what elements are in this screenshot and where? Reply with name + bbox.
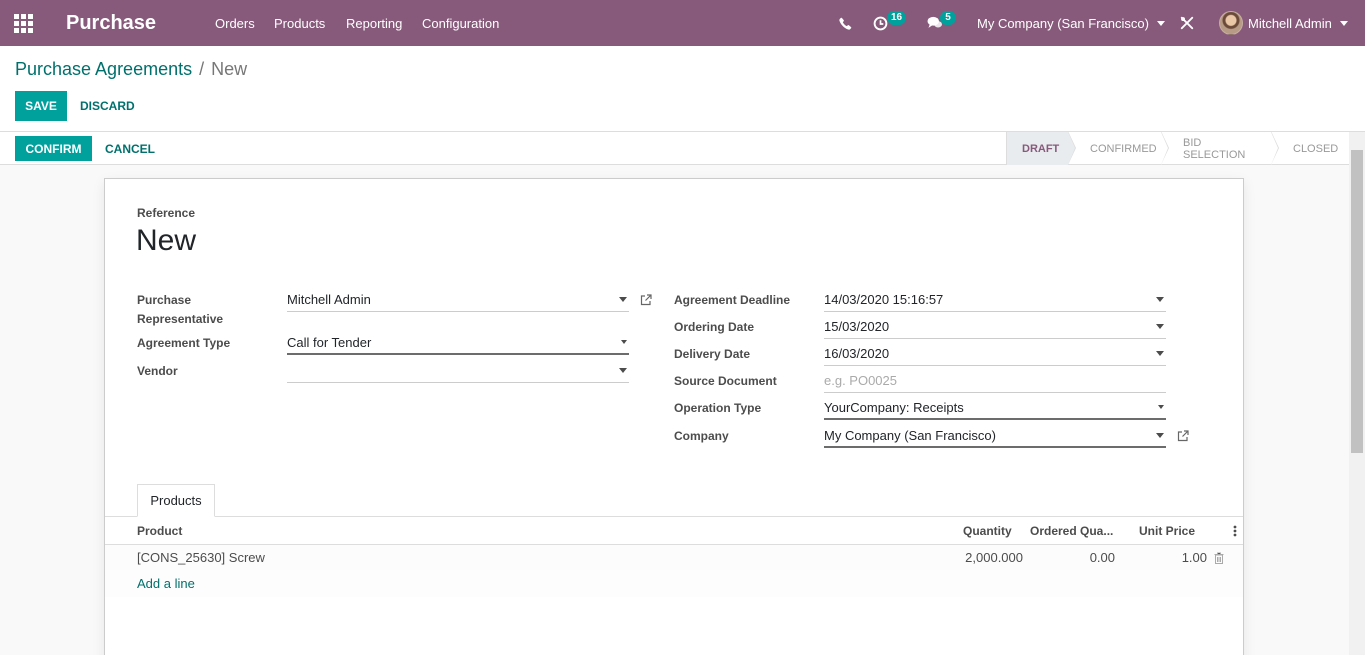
dropdown-caret-icon[interactable] [621,340,627,344]
row-product: [CONS_25630] Screw [137,550,265,565]
source-document-placeholder: e.g. PO0025 [824,373,897,388]
cancel-button[interactable]: CANCEL [105,136,155,161]
menu-orders[interactable]: Orders [215,0,255,46]
agreement-type-label: Agreement Type [137,336,231,350]
breadcrumb-purchase-agreements[interactable]: Purchase Agreements [15,59,192,80]
menu-products[interactable]: Products [274,0,325,46]
dropdown-caret-icon[interactable] [1156,351,1164,356]
operation-type-value: YourCompany: Receipts [824,399,964,415]
ordering-date-label: Ordering Date [674,320,755,334]
chevron-down-icon [1339,20,1348,26]
row-ordered-quantity: 0.00 [1089,550,1115,565]
agreement-deadline-value: 14/03/2020 15:16:57 [824,292,944,307]
user-menu[interactable]: Mitchell Admin [1219,0,1348,46]
status-stages: DRAFT CONFIRMED BID SELECTION CLOSED [1006,131,1349,165]
operation-type-field[interactable]: YourCompany: Receipts [824,396,1166,420]
dropdown-caret-icon[interactable] [1156,324,1164,329]
menu-reporting[interactable]: Reporting [346,0,402,46]
top-navbar: Purchase Orders Products Reporting Confi… [0,0,1365,46]
row-unit-price: 1.00 [1181,550,1207,565]
source-document-label: Source Document [674,374,777,388]
company-label: Company [674,429,729,443]
confirm-button[interactable]: CONFIRM [15,136,92,161]
avatar [1219,11,1243,35]
vendor-label: Vendor [137,364,178,378]
source-document-input[interactable]: e.g. PO0025 [824,369,1166,393]
tab-products[interactable]: Products [137,484,215,517]
debug-tools-icon[interactable] [1180,0,1194,46]
external-link-icon[interactable] [640,294,652,306]
operation-type-label: Operation Type [674,401,762,415]
breadcrumb-separator: / [199,59,205,79]
agreement-type-select[interactable]: Call for Tender [287,331,629,355]
messages-badge: 5 [940,11,956,25]
company-field[interactable]: My Company (San Francisco) [824,424,1166,448]
breadcrumb-current: New [211,59,248,79]
table-row[interactable]: [CONS_25630] Screw 2,000.000 0.00 1.00 [105,545,1243,570]
user-name: Mitchell Admin [1248,15,1332,31]
dropdown-caret-icon[interactable] [619,297,627,302]
save-button[interactable]: SAVE [15,91,67,121]
breadcrumb: Purchase Agreements / New [15,59,247,80]
optional-columns-icon[interactable] [1233,517,1239,545]
dropdown-caret-icon[interactable] [619,368,627,373]
agreement-type-value: Call for Tender [287,334,372,350]
delivery-date-value: 16/03/2020 [824,346,890,361]
column-unit-price[interactable]: Unit Price [1139,517,1195,545]
stage-draft: DRAFT [1006,131,1076,165]
scrollbar-thumb[interactable] [1351,150,1363,453]
ordering-date-field[interactable]: 15/03/2020 [824,315,1166,339]
statusbar: CONFIRM CANCEL DRAFT CONFIRMED BID SELEC… [0,131,1349,165]
trash-icon[interactable] [1214,545,1226,570]
dropdown-caret-icon[interactable] [1156,432,1164,438]
dropdown-caret-icon[interactable] [1158,405,1164,409]
app-title: Purchase [66,11,157,34]
stage-bid-selection[interactable]: BID SELECTION [1161,131,1279,165]
discard-button[interactable]: DISCARD [80,91,135,121]
add-line-row: Add a line [105,570,1243,597]
chevron-down-icon [1156,20,1165,26]
menu-configuration[interactable]: Configuration [422,0,499,46]
row-quantity: 2,000.000 [965,550,1023,565]
activity-clock-icon[interactable] [873,0,889,46]
agreement-deadline-label: Agreement Deadline [674,293,791,307]
column-quantity[interactable]: Quantity [963,517,1012,545]
company-switcher-label: My Company (San Francisco) [977,15,1149,31]
purchase-rep-label-line2: Representative [137,312,224,326]
ordering-date-value: 15/03/2020 [824,319,890,334]
activities-badge: 16 [887,11,907,25]
column-product[interactable]: Product [137,517,182,545]
reference-label: Reference [137,206,196,220]
control-panel: Purchase Agreements / New SAVE DISCARD [0,46,1365,132]
agreement-deadline-field[interactable]: 14/03/2020 15:16:57 [824,288,1166,312]
apps-menu-icon[interactable] [14,0,34,46]
dropdown-caret-icon[interactable] [1156,297,1164,302]
reference-title: New [136,224,197,257]
phone-icon[interactable] [839,0,853,46]
lines-table-header: Product Quantity Ordered Qua... Unit Pri… [105,517,1243,545]
company-value: My Company (San Francisco) [824,427,996,443]
stage-closed[interactable]: CLOSED [1271,132,1349,165]
purchase-rep-label: Purchase [137,293,192,307]
purchase-rep-field[interactable]: Mitchell Admin [287,288,629,312]
vendor-field[interactable] [287,359,629,383]
external-link-icon[interactable] [1177,430,1189,442]
delivery-date-field[interactable]: 16/03/2020 [824,342,1166,366]
chat-bubbles-icon[interactable] [927,0,943,46]
add-a-line-link[interactable]: Add a line [137,576,195,591]
delivery-date-label: Delivery Date [674,347,751,361]
column-ordered-quantity[interactable]: Ordered Qua... [1030,517,1113,545]
purchase-rep-value: Mitchell Admin [287,292,371,307]
stage-confirmed[interactable]: CONFIRMED [1068,131,1169,165]
company-switcher[interactable]: My Company (San Francisco) [977,0,1165,46]
